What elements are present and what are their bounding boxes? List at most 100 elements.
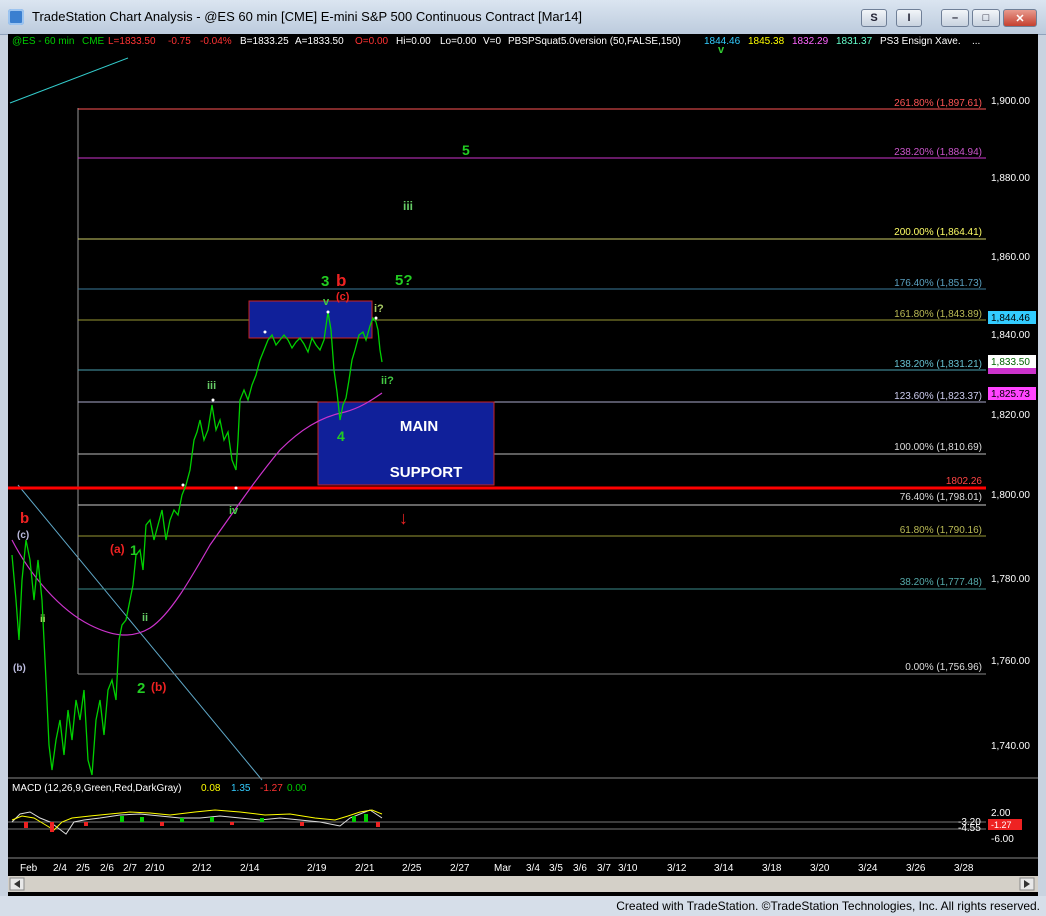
date-tick: 3/6 — [573, 863, 587, 874]
wave-ii-left: ii — [40, 614, 46, 625]
i-button[interactable]: I — [896, 9, 922, 27]
app-icon — [8, 9, 24, 25]
copyright-text: Created with TradeStation. ©TradeStation… — [616, 899, 1040, 913]
window-title: TradeStation Chart Analysis - @ES 60 min… — [32, 9, 583, 24]
last-price-label: 1,833.50 — [991, 357, 1030, 368]
current-price-label: 1,844.46 — [991, 313, 1030, 324]
maximize-button[interactable]: □ — [972, 9, 1000, 27]
wave-b-big: b — [336, 271, 346, 290]
header-v4: 1831.37 — [836, 36, 873, 47]
date-tick: 2/5 — [76, 863, 90, 874]
header-hi: Hi=0.00 — [396, 36, 431, 47]
price-tick-1780: 1,780.00 — [991, 574, 1030, 585]
wave-i-question: i? — [374, 303, 384, 315]
wave-v-small: v — [323, 296, 330, 308]
macd-v3: -1.27 — [260, 783, 283, 794]
header-v2: 1845.38 — [748, 36, 785, 47]
resistance-box — [248, 300, 373, 339]
date-tick: 3/4 — [526, 863, 540, 874]
price-tick-1740: 1,740.00 — [991, 741, 1030, 752]
date-tick: 3/10 — [618, 863, 638, 874]
fib-label-238: 238.20% (1,884.94) — [894, 147, 982, 158]
price-tick-1860: 1,860.00 — [991, 252, 1030, 263]
ma-marker — [988, 368, 1036, 374]
header-ask: A=1833.50 — [295, 36, 344, 47]
wave-iv: iv — [229, 505, 239, 517]
date-tick: 3/28 — [954, 863, 974, 874]
wave-c-left: (c) — [17, 530, 29, 541]
price-tick-1900: 1,900.00 — [991, 96, 1030, 107]
header-bid: B=1833.25 — [240, 36, 289, 47]
minimize-button[interactable]: – — [941, 9, 969, 27]
support-line-label: 1802.26 — [946, 476, 983, 487]
fib-label-200: 200.00% (1,864.41) — [894, 227, 982, 238]
wave-iii-top: iii — [403, 199, 413, 213]
price-tick-1880: 1,880.00 — [991, 173, 1030, 184]
fib-label-123: 123.60% (1,823.37) — [894, 391, 982, 402]
date-tick: Feb — [20, 863, 38, 874]
date-tick: 2/19 — [307, 863, 327, 874]
price-tick-1820: 1,820.00 — [991, 410, 1030, 421]
header-exchange: CME — [82, 36, 105, 47]
chart-header: @ES - 60 min CME L=1833.50 -0.75 -0.04% … — [12, 36, 980, 47]
status-bar: Created with TradeStation. ©TradeStation… — [0, 896, 1046, 916]
date-tick: 3/7 — [597, 863, 611, 874]
header-v3: 1832.29 — [792, 36, 829, 47]
fib-label-0: 0.00% (1,756.96) — [905, 662, 982, 673]
ma-price-label: 1,825.73 — [991, 389, 1030, 400]
close-button[interactable]: ✕ — [1003, 9, 1037, 27]
header-change: -0.75 — [168, 36, 191, 47]
date-tick: 3/24 — [858, 863, 878, 874]
macd-v4: 0.00 — [287, 783, 307, 794]
date-tick: Mar — [494, 863, 512, 874]
price-tick-1840: 1,840.00 — [991, 330, 1030, 341]
price-tick-1760: 1,760.00 — [991, 656, 1030, 667]
header-open: O=0.00 — [355, 36, 389, 47]
macd-tick-2: 2.00 — [991, 808, 1011, 819]
wave-2: 2 — [137, 680, 145, 697]
date-axis: Feb 2/4 2/5 2/6 2/7 2/10 2/12 2/14 2/19 … — [20, 863, 974, 874]
main-label: MAIN — [400, 418, 438, 435]
fib-label-61: 61.80% (1,790.16) — [900, 525, 982, 536]
date-tick: 2/21 — [355, 863, 375, 874]
date-tick: 2/10 — [145, 863, 165, 874]
header-study: PS3 Ensign Xave. — [880, 36, 961, 47]
wave-c-paren: (c) — [336, 291, 350, 303]
title-bar: TradeStation Chart Analysis - @ES 60 min… — [0, 0, 1046, 35]
wave-3: 3 — [321, 273, 329, 290]
date-tick: 2/6 — [100, 863, 114, 874]
s-button[interactable]: S — [861, 9, 887, 27]
wave-1: 1 — [130, 542, 138, 558]
date-tick: 2/25 — [402, 863, 422, 874]
header-last: L=1833.50 — [108, 36, 156, 47]
wave-b-paren-left: (b) — [13, 663, 26, 674]
wave-5-top: 5 — [462, 142, 470, 158]
date-tick: 2/12 — [192, 863, 212, 874]
wave-ii-question: ii? — [381, 375, 394, 387]
wave-v-top: v — [718, 44, 725, 56]
wave-ii-mid: ii — [142, 612, 148, 624]
down-arrow-icon: ↓ — [399, 508, 408, 528]
chart-area[interactable]: @ES - 60 min CME L=1833.50 -0.75 -0.04% … — [8, 34, 1038, 896]
header-lo: Lo=0.00 — [440, 36, 477, 47]
support-label: SUPPORT — [390, 464, 463, 481]
header-indicator: PBSPSquat5.0version (50,FALSE,150) — [508, 36, 681, 47]
wave-b-paren: (b) — [151, 680, 166, 694]
price-tick-1800: 1,800.00 — [991, 490, 1030, 501]
wave-4: 4 — [337, 428, 345, 444]
date-tick: 3/20 — [810, 863, 830, 874]
macd-tick-mid2: -4.55 — [958, 823, 981, 834]
horizontal-scrollbar[interactable] — [8, 876, 1038, 892]
date-tick: 3/12 — [667, 863, 687, 874]
fib-label-100: 100.00% (1,810.69) — [894, 442, 982, 453]
macd-tick-neg6: -6.00 — [991, 834, 1014, 845]
wave-a-paren: (a) — [110, 542, 125, 556]
header-pct: -0.04% — [200, 36, 232, 47]
date-tick: 2/4 — [53, 863, 67, 874]
fib-label-176: 176.40% (1,851.73) — [894, 278, 982, 289]
fib-label-261: 261.80% (1,897.61) — [894, 98, 982, 109]
price-series — [11, 311, 383, 776]
date-tick: 2/14 — [240, 863, 260, 874]
macd-label: MACD (12,26,9,Green,Red,DarkGray) — [12, 783, 182, 794]
header-dots: ... — [972, 36, 980, 47]
